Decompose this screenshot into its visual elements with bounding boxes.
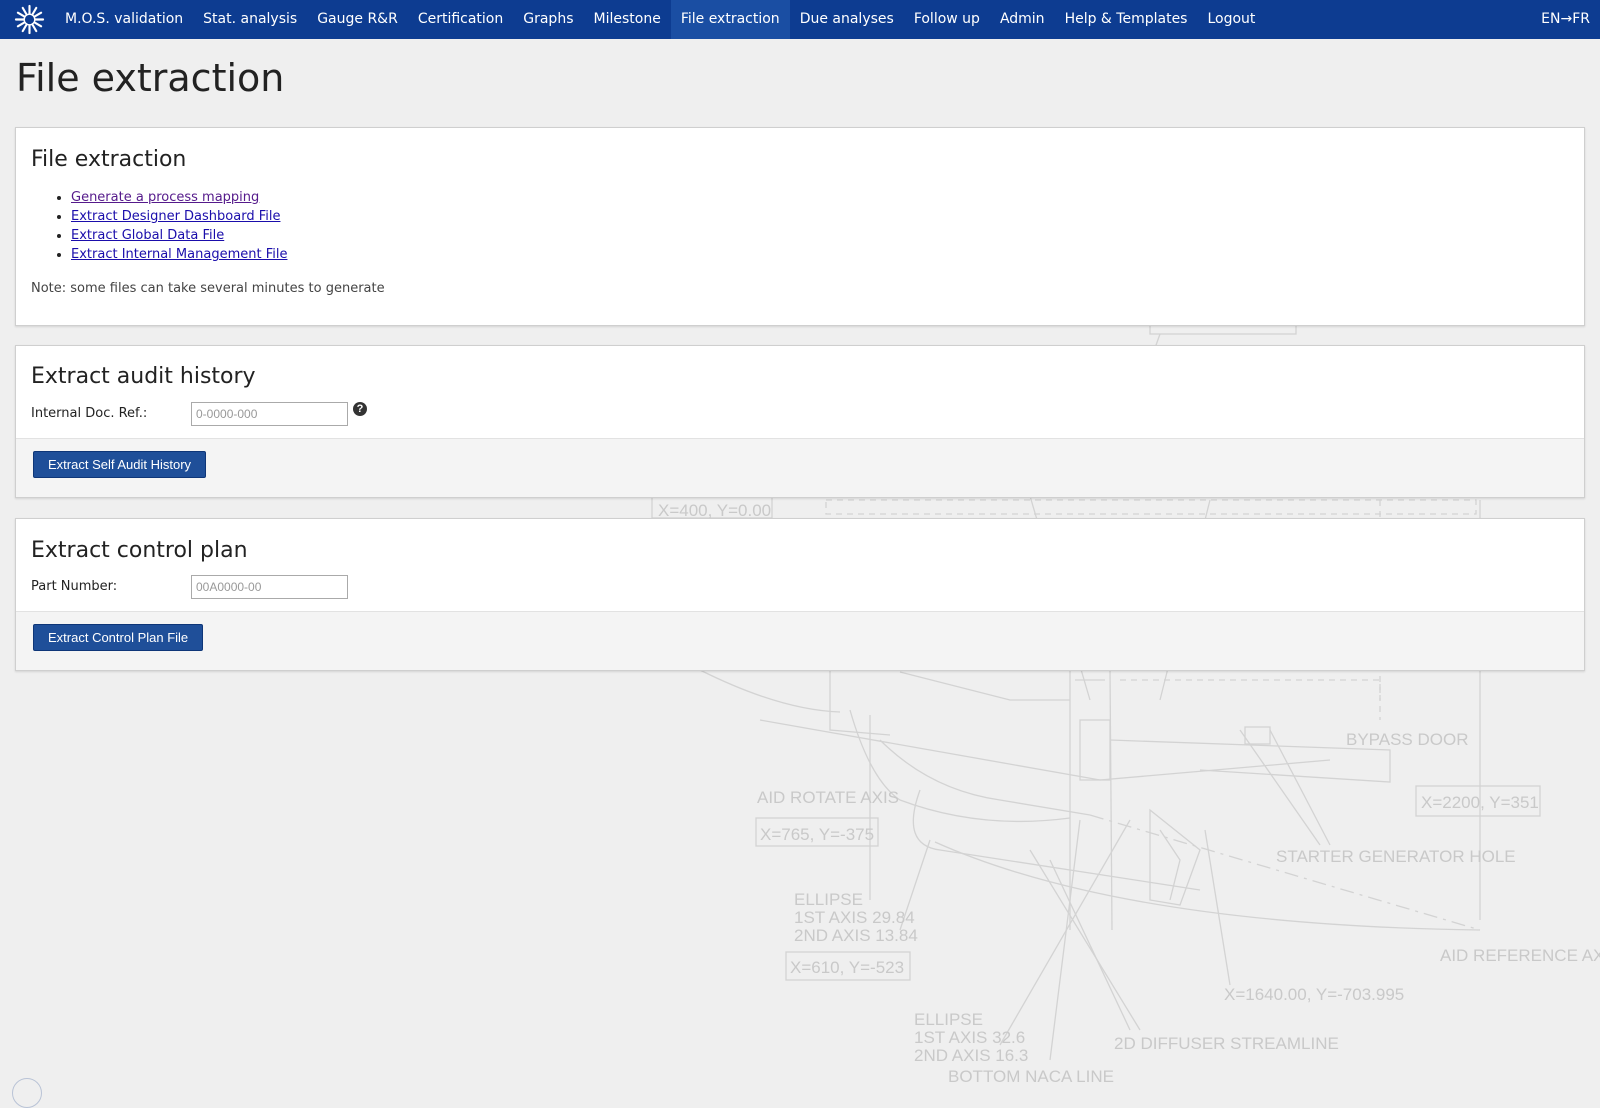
nav-item-logout[interactable]: Logout — [1197, 0, 1265, 39]
nav-item-milestone[interactable]: Milestone — [584, 0, 671, 39]
list-item: Generate a process mapping — [71, 188, 287, 207]
drawing-label: ELLIPSE — [914, 1010, 983, 1029]
drawing-label: 1ST AXIS 32.6 — [914, 1028, 1025, 1047]
panel-title: File extraction — [31, 147, 187, 172]
top-navbar: M.O.S. validation Stat. analysis Gauge R… — [0, 0, 1600, 39]
drawing-label: 2D DIFFUSER STREAMLINE — [1114, 1034, 1339, 1053]
doc-ref-label: Internal Doc. Ref.: — [31, 406, 148, 421]
extract-global-data-link[interactable]: Extract Global Data File — [71, 228, 224, 243]
extraction-link-list: Generate a process mapping Extract Desig… — [31, 188, 287, 264]
nav-item-certification[interactable]: Certification — [408, 0, 513, 39]
nav-item-help-templates[interactable]: Help & Templates — [1055, 0, 1198, 39]
audit-history-panel: Extract audit history Internal Doc. Ref.… — [15, 345, 1585, 498]
drawing-label: AID ROTATE AXIS — [757, 788, 899, 807]
drawing-label: X=2200, Y=351 — [1421, 793, 1539, 812]
nav-item-stat-analysis[interactable]: Stat. analysis — [193, 0, 307, 39]
control-plan-panel: Extract control plan Part Number: Extrac… — [15, 518, 1585, 671]
list-item: Extract Internal Management File — [71, 245, 287, 264]
drawing-label: BYPASS DOOR — [1346, 730, 1469, 749]
file-extraction-panel: File extraction Generate a process mappi… — [15, 127, 1585, 326]
company-logo-icon[interactable] — [14, 4, 45, 35]
doc-ref-input[interactable] — [191, 402, 348, 426]
panel-footer: Extract Control Plan File — [16, 611, 1584, 670]
drawing-label: X=765, Y=-375 — [760, 825, 874, 844]
extract-designer-dashboard-link[interactable]: Extract Designer Dashboard File — [71, 209, 280, 224]
panel-title: Extract control plan — [31, 538, 248, 563]
generate-process-mapping-link[interactable]: Generate a process mapping — [71, 190, 259, 205]
list-item: Extract Designer Dashboard File — [71, 207, 287, 226]
drawing-label: BOTTOM NACA LINE — [948, 1067, 1114, 1084]
language-toggle[interactable]: EN→FR — [1541, 0, 1590, 39]
extract-self-audit-history-button[interactable]: Extract Self Audit History — [33, 451, 207, 478]
drawing-label: 1ST AXIS 29.84 — [794, 908, 915, 927]
drawing-label: X=1640.00, Y=-703.995 — [1224, 985, 1404, 1004]
generation-note: Note: some files can take several minute… — [31, 281, 385, 296]
drawing-label: ELLIPSE — [794, 890, 863, 909]
drawing-label: STARTER GENERATOR HOLE — [1276, 847, 1516, 866]
nav-item-graphs[interactable]: Graphs — [513, 0, 583, 39]
nav-menu: M.O.S. validation Stat. analysis Gauge R… — [55, 0, 1265, 39]
footer-logo-icon — [12, 1078, 42, 1108]
panel-footer: Extract Self Audit History — [16, 438, 1584, 497]
nav-item-admin[interactable]: Admin — [990, 0, 1055, 39]
extract-control-plan-button[interactable]: Extract Control Plan File — [33, 624, 204, 651]
part-number-label: Part Number: — [31, 579, 118, 594]
nav-item-mos-validation[interactable]: M.O.S. validation — [55, 0, 193, 39]
nav-item-follow-up[interactable]: Follow up — [904, 0, 990, 39]
page-title: File extraction — [16, 56, 285, 100]
list-item: Extract Global Data File — [71, 226, 287, 245]
nav-item-gauge-rr[interactable]: Gauge R&R — [307, 0, 408, 39]
drawing-label: X=610, Y=-523 — [790, 958, 904, 977]
extract-internal-management-link[interactable]: Extract Internal Management File — [71, 247, 287, 262]
panel-title: Extract audit history — [31, 364, 256, 389]
drawing-label: AID REFERENCE AXIS — [1440, 946, 1600, 965]
part-number-input[interactable] — [191, 575, 348, 599]
question-circle-icon[interactable]: ? — [353, 402, 367, 416]
drawing-label: 2ND AXIS 13.84 — [794, 926, 918, 945]
nav-item-due-analyses[interactable]: Due analyses — [790, 0, 904, 39]
drawing-label: 2ND AXIS 16.3 — [914, 1046, 1028, 1065]
nav-item-file-extraction[interactable]: File extraction — [670, 0, 790, 39]
